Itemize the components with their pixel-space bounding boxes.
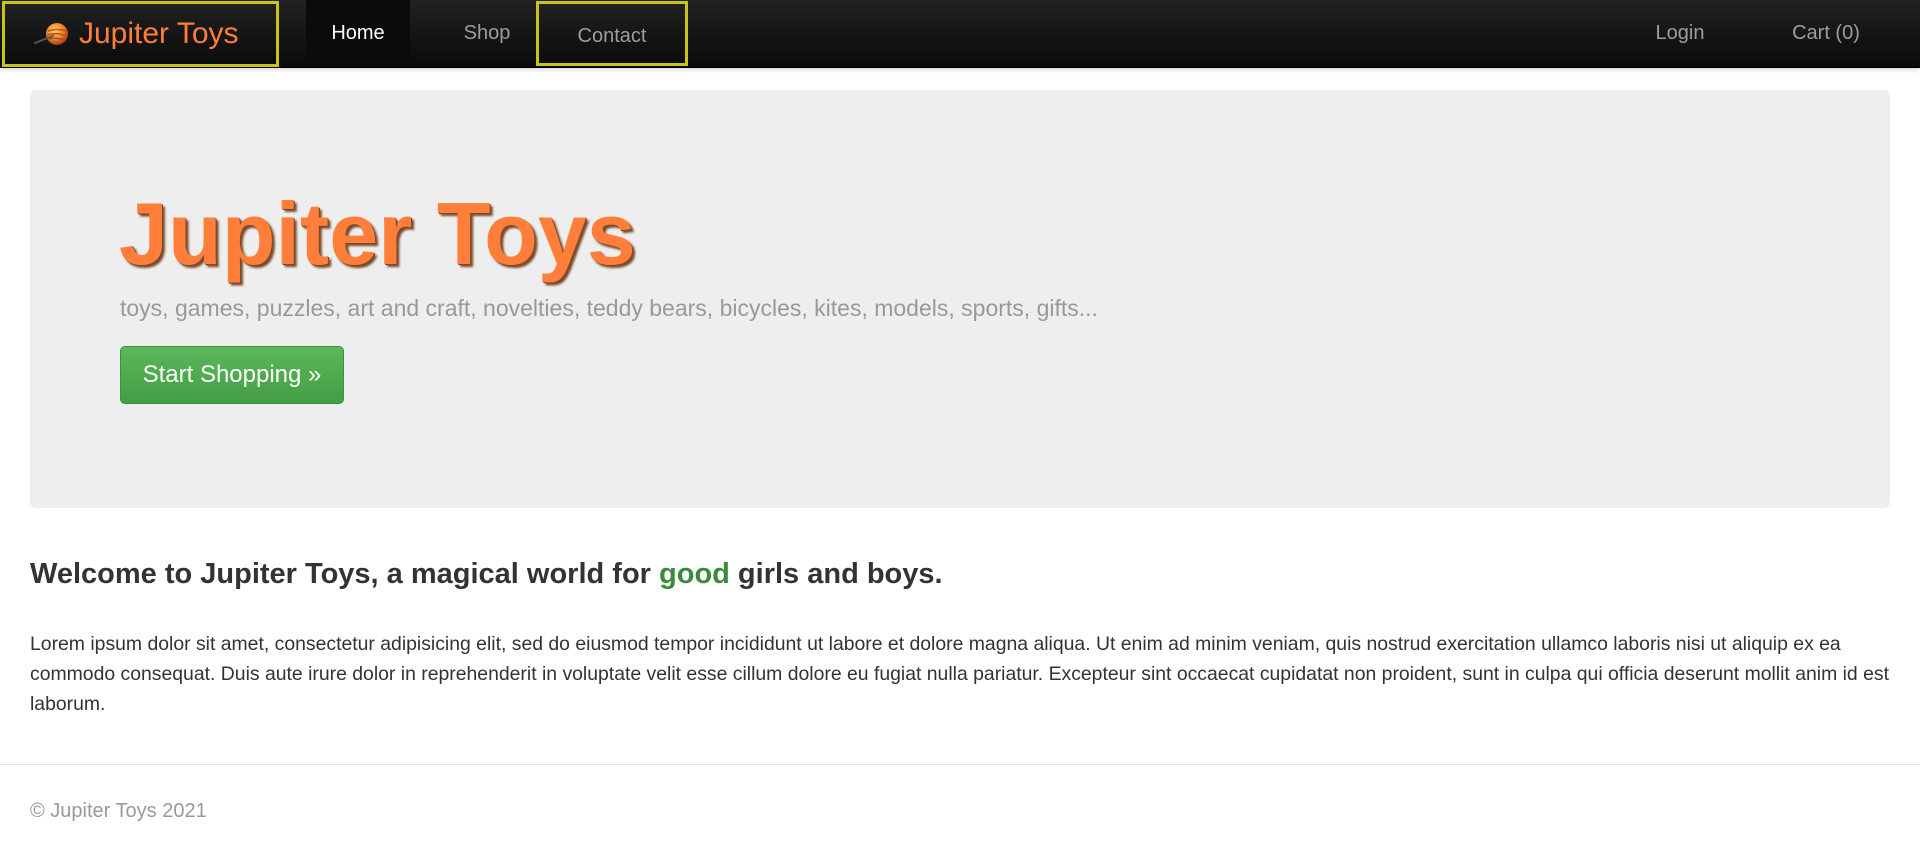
brand-link[interactable]: Jupiter Toys [2,1,279,67]
nav-home[interactable]: Home [306,0,410,66]
hero-title: Jupiter Toys [119,184,636,283]
footer-divider [0,764,1920,765]
hero-subtitle: toys, games, puzzles, art and craft, nov… [120,295,1098,321]
nav-contact[interactable]: Contact [536,1,688,66]
start-shopping-button[interactable]: Start Shopping » [120,346,344,404]
welcome-emphasis: good [659,558,730,590]
planet-icon [33,19,75,49]
welcome-text-after: girls and boys. [729,558,943,590]
nav-shop[interactable]: Shop [440,0,534,66]
body-paragraph: Lorem ipsum dolor sit amet, consectetur … [30,633,1889,715]
hero-banner: Jupiter Toys toys, games, puzzles, art a… [30,90,1890,508]
welcome-heading: Welcome to Jupiter Toys, a magical world… [30,558,943,591]
footer-copyright: © Jupiter Toys 2021 [30,800,207,822]
nav-login[interactable]: Login [1640,0,1720,66]
top-navbar: Jupiter Toys Home Shop Contact Login Car… [0,0,1920,68]
nav-cart[interactable]: Cart (0) [1766,0,1886,66]
welcome-text-before: Welcome to Jupiter Toys, a magical world… [30,558,660,590]
brand-label: Jupiter Toys [79,17,239,50]
